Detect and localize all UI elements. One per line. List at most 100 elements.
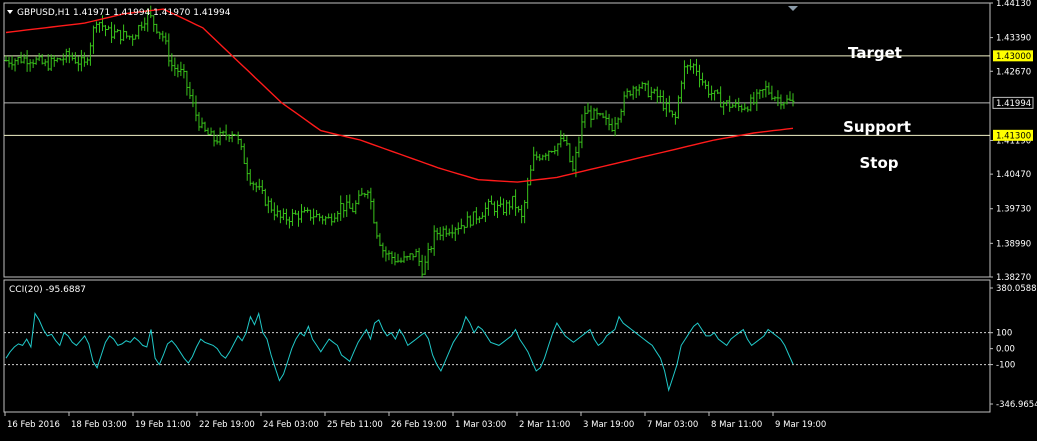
ohlc-bar: [342, 203, 346, 218]
time-axis: 16 Feb 2016 18 Feb 03:00 19 Feb 11:00 22 Fe…: [4, 412, 826, 430]
ohlc-bar: [52, 54, 56, 67]
ohlc-bar: [348, 194, 352, 209]
ohlc-bar: [414, 248, 418, 258]
ohlc-bar: [459, 218, 463, 230]
ohlc-bar: [471, 211, 475, 226]
ohlc-bar: [242, 143, 246, 165]
ohlc-bar: [619, 108, 623, 123]
ohlc-bar: [34, 56, 38, 65]
ohlc-bar: [131, 34, 135, 46]
time-tick-label: 2 Mar 11:00: [519, 420, 570, 430]
ohlc-bar: [465, 211, 469, 228]
ohlc-bar: [272, 202, 276, 221]
ohlc-bar: [613, 116, 617, 137]
chart-svg[interactable]: 1.441301.433901.426701.411901.404701.397…: [0, 0, 1037, 437]
support-label: Support: [843, 118, 911, 136]
ohlc-bar: [387, 250, 391, 261]
ohlc-bar: [13, 58, 17, 72]
ohlc-bar: [405, 255, 409, 261]
ohlc-bar: [125, 31, 129, 39]
ohlc-bar: [649, 86, 653, 101]
ohlc-bar: [695, 58, 699, 76]
svg-text:1.41300: 1.41300: [996, 131, 1031, 141]
ohlc-bar: [667, 95, 671, 113]
ohlc-bar: [324, 215, 328, 225]
symbol-header[interactable]: GBPUSD,H1 1.41971 1.41994 1.41970 1.4199…: [7, 8, 231, 18]
ohlc-bar: [580, 114, 584, 149]
ohlc-bar: [450, 224, 454, 239]
ohlc-bar: [535, 151, 539, 161]
ohlc-bar: [167, 33, 171, 67]
chart-window[interactable]: 1.44130 1.43390 1.42670 1.41190 1.40470 1.397…: [0, 0, 1037, 437]
ohlc-bar: [514, 189, 518, 216]
cci-tick-label: -346.9654: [996, 400, 1037, 410]
price-tick-label: 1.42670: [996, 67, 1031, 77]
ohlc-bar: [770, 85, 774, 101]
target-label: Target: [848, 44, 902, 62]
price-tick-label: 1.43390: [996, 34, 1031, 44]
ohlc-bar: [544, 152, 548, 161]
ohlc-bar: [176, 64, 180, 78]
ohlc-bar: [468, 215, 472, 228]
ohlc-bar: [345, 195, 349, 217]
ohlc-bar: [296, 210, 300, 227]
time-tick-label: 19 Feb 11:00: [135, 420, 191, 430]
time-tick-label: 1 Mar 03:00: [455, 420, 506, 430]
ohlc-bar: [7, 56, 11, 68]
ohlc-bar: [767, 82, 771, 95]
cci-tick-label: 100: [996, 329, 1012, 339]
ohlc-bar: [673, 111, 677, 125]
ohlc-bar: [191, 89, 195, 108]
triangle-down-icon[interactable]: [7, 10, 13, 14]
ohlc-bar: [661, 90, 665, 112]
cci-tick-label: 380.0588: [996, 284, 1037, 294]
ohlc-bar: [637, 84, 641, 96]
ohlc-bar: [203, 121, 207, 133]
ohlc-bar: [257, 178, 261, 191]
ohlc-bar: [592, 107, 596, 120]
ohlc-bar: [502, 198, 506, 216]
ohlc-bar: [547, 150, 551, 161]
time-tick-label: 26 Feb 19:00: [391, 420, 447, 430]
ohlc-bar: [568, 143, 572, 163]
ohlc-bar: [363, 192, 367, 198]
ohlc-bar: [444, 225, 448, 238]
chart-shift-marker-icon[interactable]: [788, 6, 798, 11]
ohlc-bar: [188, 81, 192, 99]
ohlc-bar: [429, 246, 433, 253]
ohlc-bar: [318, 213, 322, 222]
ohlc-bar: [755, 89, 759, 111]
ohlc-bar: [655, 86, 659, 104]
ohlc-bar: [474, 207, 478, 225]
ohlc-bar: [565, 136, 569, 146]
ohlc-bar: [556, 143, 560, 156]
ohlc-bar: [746, 106, 750, 113]
ohlc-bar: [303, 206, 307, 213]
ohlc-bar: [393, 252, 397, 266]
time-tick-label: 3 Mar 19:00: [583, 420, 634, 430]
ohlc-bar: [670, 110, 674, 118]
price-chart-frame: [3, 2, 991, 278]
ohlc-bar: [4, 55, 8, 62]
ohlc-bar: [529, 165, 533, 186]
ohlc-bar: [10, 55, 14, 70]
ohlc-bar: [200, 117, 204, 129]
ohlc-bar: [685, 64, 689, 74]
ohlc-bar: [583, 105, 587, 129]
ohlc-bar: [707, 81, 711, 98]
ohlc-bar: [776, 90, 780, 107]
ohlc-bar: [541, 154, 545, 161]
ohlc-bar: [728, 95, 732, 112]
ohlc-bar: [254, 182, 258, 193]
ohlc-bar: [586, 102, 590, 114]
ohlc-bar: [417, 247, 421, 267]
ohlc-bar: [432, 225, 436, 256]
ohlc-bar: [743, 102, 747, 111]
ohlc-bar: [643, 82, 647, 92]
ohlc-bar: [85, 57, 89, 66]
ohlc-bar: [698, 64, 702, 88]
ohlc-bar: [646, 80, 650, 98]
ohlc-bar: [134, 34, 138, 40]
ohlc-bar: [652, 88, 656, 94]
ohlc-bar: [287, 216, 291, 229]
